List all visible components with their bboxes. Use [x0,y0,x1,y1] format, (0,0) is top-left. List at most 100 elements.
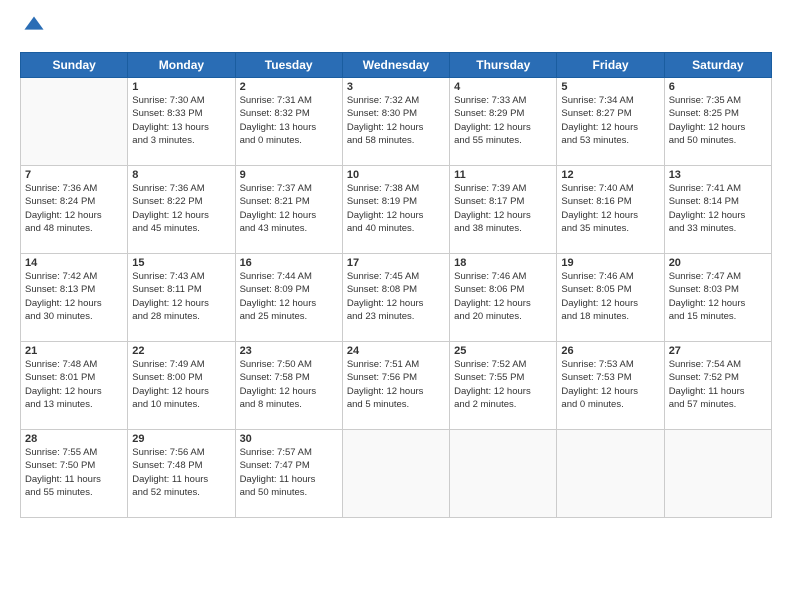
cell-info: Sunrise: 7:50 AM Sunset: 7:58 PM Dayligh… [240,358,338,411]
day-number: 15 [132,257,230,269]
calendar-cell: 27Sunrise: 7:54 AM Sunset: 7:52 PM Dayli… [664,342,771,430]
cell-info: Sunrise: 7:51 AM Sunset: 7:56 PM Dayligh… [347,358,445,411]
calendar-cell: 23Sunrise: 7:50 AM Sunset: 7:58 PM Dayli… [235,342,342,430]
cell-info: Sunrise: 7:46 AM Sunset: 8:05 PM Dayligh… [561,270,659,323]
day-number: 29 [132,433,230,445]
cell-info: Sunrise: 7:37 AM Sunset: 8:21 PM Dayligh… [240,182,338,235]
day-number: 23 [240,345,338,357]
calendar-cell: 12Sunrise: 7:40 AM Sunset: 8:16 PM Dayli… [557,166,664,254]
cell-info: Sunrise: 7:39 AM Sunset: 8:17 PM Dayligh… [454,182,552,235]
cell-info: Sunrise: 7:30 AM Sunset: 8:33 PM Dayligh… [132,94,230,147]
day-number: 17 [347,257,445,269]
day-number: 28 [25,433,123,445]
logo-icon [23,15,45,37]
cell-info: Sunrise: 7:33 AM Sunset: 8:29 PM Dayligh… [454,94,552,147]
day-number: 22 [132,345,230,357]
day-number: 13 [669,169,767,181]
day-number: 24 [347,345,445,357]
day-number: 18 [454,257,552,269]
cell-info: Sunrise: 7:32 AM Sunset: 8:30 PM Dayligh… [347,94,445,147]
day-header-wednesday: Wednesday [342,53,449,78]
day-header-monday: Monday [128,53,235,78]
cell-info: Sunrise: 7:48 AM Sunset: 8:01 PM Dayligh… [25,358,123,411]
cell-info: Sunrise: 7:42 AM Sunset: 8:13 PM Dayligh… [25,270,123,323]
day-number: 21 [25,345,123,357]
cell-info: Sunrise: 7:49 AM Sunset: 8:00 PM Dayligh… [132,358,230,411]
day-header-saturday: Saturday [664,53,771,78]
cell-info: Sunrise: 7:57 AM Sunset: 7:47 PM Dayligh… [240,446,338,499]
day-number: 9 [240,169,338,181]
cell-info: Sunrise: 7:53 AM Sunset: 7:53 PM Dayligh… [561,358,659,411]
calendar-cell: 3Sunrise: 7:32 AM Sunset: 8:30 PM Daylig… [342,78,449,166]
day-number: 6 [669,81,767,93]
cell-info: Sunrise: 7:36 AM Sunset: 8:24 PM Dayligh… [25,182,123,235]
cell-info: Sunrise: 7:46 AM Sunset: 8:06 PM Dayligh… [454,270,552,323]
calendar-cell: 17Sunrise: 7:45 AM Sunset: 8:08 PM Dayli… [342,254,449,342]
cell-info: Sunrise: 7:54 AM Sunset: 7:52 PM Dayligh… [669,358,767,411]
cell-info: Sunrise: 7:41 AM Sunset: 8:14 PM Dayligh… [669,182,767,235]
cell-info: Sunrise: 7:31 AM Sunset: 8:32 PM Dayligh… [240,94,338,147]
day-number: 2 [240,81,338,93]
day-header-friday: Friday [557,53,664,78]
day-number: 26 [561,345,659,357]
logo [20,15,45,42]
week-row-4: 28Sunrise: 7:55 AM Sunset: 7:50 PM Dayli… [21,430,772,518]
day-number: 5 [561,81,659,93]
day-number: 1 [132,81,230,93]
day-header-tuesday: Tuesday [235,53,342,78]
calendar-table: SundayMondayTuesdayWednesdayThursdayFrid… [20,52,772,518]
day-number: 25 [454,345,552,357]
calendar-cell [557,430,664,518]
calendar-cell: 29Sunrise: 7:56 AM Sunset: 7:48 PM Dayli… [128,430,235,518]
cell-info: Sunrise: 7:38 AM Sunset: 8:19 PM Dayligh… [347,182,445,235]
page: SundayMondayTuesdayWednesdayThursdayFrid… [0,0,792,612]
week-row-2: 14Sunrise: 7:42 AM Sunset: 8:13 PM Dayli… [21,254,772,342]
day-number: 4 [454,81,552,93]
day-number: 10 [347,169,445,181]
calendar-cell: 20Sunrise: 7:47 AM Sunset: 8:03 PM Dayli… [664,254,771,342]
calendar-cell: 30Sunrise: 7:57 AM Sunset: 7:47 PM Dayli… [235,430,342,518]
calendar-cell: 19Sunrise: 7:46 AM Sunset: 8:05 PM Dayli… [557,254,664,342]
week-row-3: 21Sunrise: 7:48 AM Sunset: 8:01 PM Dayli… [21,342,772,430]
calendar-cell: 28Sunrise: 7:55 AM Sunset: 7:50 PM Dayli… [21,430,128,518]
day-number: 3 [347,81,445,93]
calendar-cell: 25Sunrise: 7:52 AM Sunset: 7:55 PM Dayli… [450,342,557,430]
cell-info: Sunrise: 7:45 AM Sunset: 8:08 PM Dayligh… [347,270,445,323]
calendar-cell: 18Sunrise: 7:46 AM Sunset: 8:06 PM Dayli… [450,254,557,342]
day-number: 7 [25,169,123,181]
calendar-cell: 8Sunrise: 7:36 AM Sunset: 8:22 PM Daylig… [128,166,235,254]
day-header-thursday: Thursday [450,53,557,78]
day-number: 11 [454,169,552,181]
day-number: 30 [240,433,338,445]
cell-info: Sunrise: 7:35 AM Sunset: 8:25 PM Dayligh… [669,94,767,147]
calendar-cell [342,430,449,518]
calendar-cell: 22Sunrise: 7:49 AM Sunset: 8:00 PM Dayli… [128,342,235,430]
cell-info: Sunrise: 7:36 AM Sunset: 8:22 PM Dayligh… [132,182,230,235]
day-number: 14 [25,257,123,269]
day-header-sunday: Sunday [21,53,128,78]
calendar-header-row: SundayMondayTuesdayWednesdayThursdayFrid… [21,53,772,78]
cell-info: Sunrise: 7:44 AM Sunset: 8:09 PM Dayligh… [240,270,338,323]
calendar-cell: 11Sunrise: 7:39 AM Sunset: 8:17 PM Dayli… [450,166,557,254]
calendar-cell: 15Sunrise: 7:43 AM Sunset: 8:11 PM Dayli… [128,254,235,342]
day-number: 27 [669,345,767,357]
cell-info: Sunrise: 7:52 AM Sunset: 7:55 PM Dayligh… [454,358,552,411]
calendar-cell: 4Sunrise: 7:33 AM Sunset: 8:29 PM Daylig… [450,78,557,166]
calendar-cell: 26Sunrise: 7:53 AM Sunset: 7:53 PM Dayli… [557,342,664,430]
calendar-cell: 7Sunrise: 7:36 AM Sunset: 8:24 PM Daylig… [21,166,128,254]
cell-info: Sunrise: 7:34 AM Sunset: 8:27 PM Dayligh… [561,94,659,147]
day-number: 20 [669,257,767,269]
cell-info: Sunrise: 7:43 AM Sunset: 8:11 PM Dayligh… [132,270,230,323]
calendar-cell: 9Sunrise: 7:37 AM Sunset: 8:21 PM Daylig… [235,166,342,254]
calendar-cell: 16Sunrise: 7:44 AM Sunset: 8:09 PM Dayli… [235,254,342,342]
calendar-cell [664,430,771,518]
calendar-cell: 14Sunrise: 7:42 AM Sunset: 8:13 PM Dayli… [21,254,128,342]
week-row-0: 1Sunrise: 7:30 AM Sunset: 8:33 PM Daylig… [21,78,772,166]
cell-info: Sunrise: 7:56 AM Sunset: 7:48 PM Dayligh… [132,446,230,499]
day-number: 8 [132,169,230,181]
calendar-cell: 6Sunrise: 7:35 AM Sunset: 8:25 PM Daylig… [664,78,771,166]
cell-info: Sunrise: 7:40 AM Sunset: 8:16 PM Dayligh… [561,182,659,235]
calendar-cell: 13Sunrise: 7:41 AM Sunset: 8:14 PM Dayli… [664,166,771,254]
calendar-cell: 5Sunrise: 7:34 AM Sunset: 8:27 PM Daylig… [557,78,664,166]
calendar-cell [21,78,128,166]
